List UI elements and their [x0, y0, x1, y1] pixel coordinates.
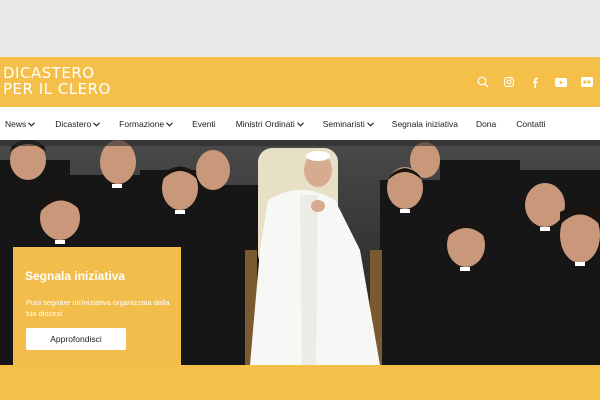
nav-item-label: News [5, 118, 27, 129]
nav-item-news[interactable]: News [5, 107, 36, 140]
nav-item-formazione[interactable]: Formazione [119, 107, 173, 140]
nav-item-label: Eventi [192, 118, 216, 129]
header-icons [470, 57, 600, 107]
instagram-icon[interactable] [496, 57, 522, 107]
chevron-down-icon [93, 119, 101, 129]
chevron-down-icon [366, 119, 374, 129]
nav-item-label: Seminaristi [322, 118, 365, 129]
chevron-down-icon [296, 119, 304, 129]
nav-item-seminaristi[interactable]: Seminaristi [323, 107, 374, 140]
approfondisci-button[interactable]: Approfondisci [26, 328, 126, 350]
nav-item-dicastero[interactable]: Dicastero [55, 107, 101, 140]
nav-item-label: Contatti [516, 118, 546, 129]
flickr-icon[interactable] [574, 57, 600, 107]
nav-item-dona[interactable]: Dona [476, 107, 496, 140]
promo-card-title: Segnala iniziativa [25, 269, 126, 283]
facebook-icon[interactable] [522, 57, 548, 107]
top-spacer [0, 0, 600, 57]
youtube-icon[interactable] [548, 57, 574, 107]
page: DICASTERO PER IL CLERO News Dicastero Fo… [0, 0, 600, 400]
logo-line-2: PER IL CLERO [3, 80, 111, 98]
nav-item-label: Ministri Ordinati [235, 118, 295, 129]
nav-item-segnala-iniziativa[interactable]: Segnala iniziativa [392, 107, 458, 140]
nav-item-contatti[interactable]: Contatti [516, 107, 545, 140]
chevron-down-icon [166, 119, 173, 129]
search-icon[interactable] [470, 57, 496, 107]
nav-item-label: Dicastero [55, 118, 92, 129]
bottom-accent-band [0, 365, 600, 400]
nav-item-label: Formazione [119, 118, 165, 129]
chevron-down-icon [28, 119, 36, 129]
site-header: DICASTERO PER IL CLERO [0, 57, 600, 107]
nav-item-ministri-ordinati[interactable]: Ministri Ordinati [236, 107, 304, 140]
nav-item-label: Segnala iniziativa [391, 118, 458, 129]
hero-promo-card: Segnala iniziativa Puoi segnare un'inizi… [13, 247, 181, 365]
site-logo[interactable]: DICASTERO PER IL CLERO [3, 65, 111, 97]
nav-item-label: Dona [475, 118, 497, 129]
promo-card-text: Puoi segnare un'iniziativa organizzata d… [26, 298, 170, 318]
main-nav: News Dicastero Formazione Eventi Ministr… [0, 107, 600, 140]
nav-item-eventi[interactable]: Eventi [192, 107, 216, 140]
logo-line-1: DICASTERO [3, 64, 95, 82]
